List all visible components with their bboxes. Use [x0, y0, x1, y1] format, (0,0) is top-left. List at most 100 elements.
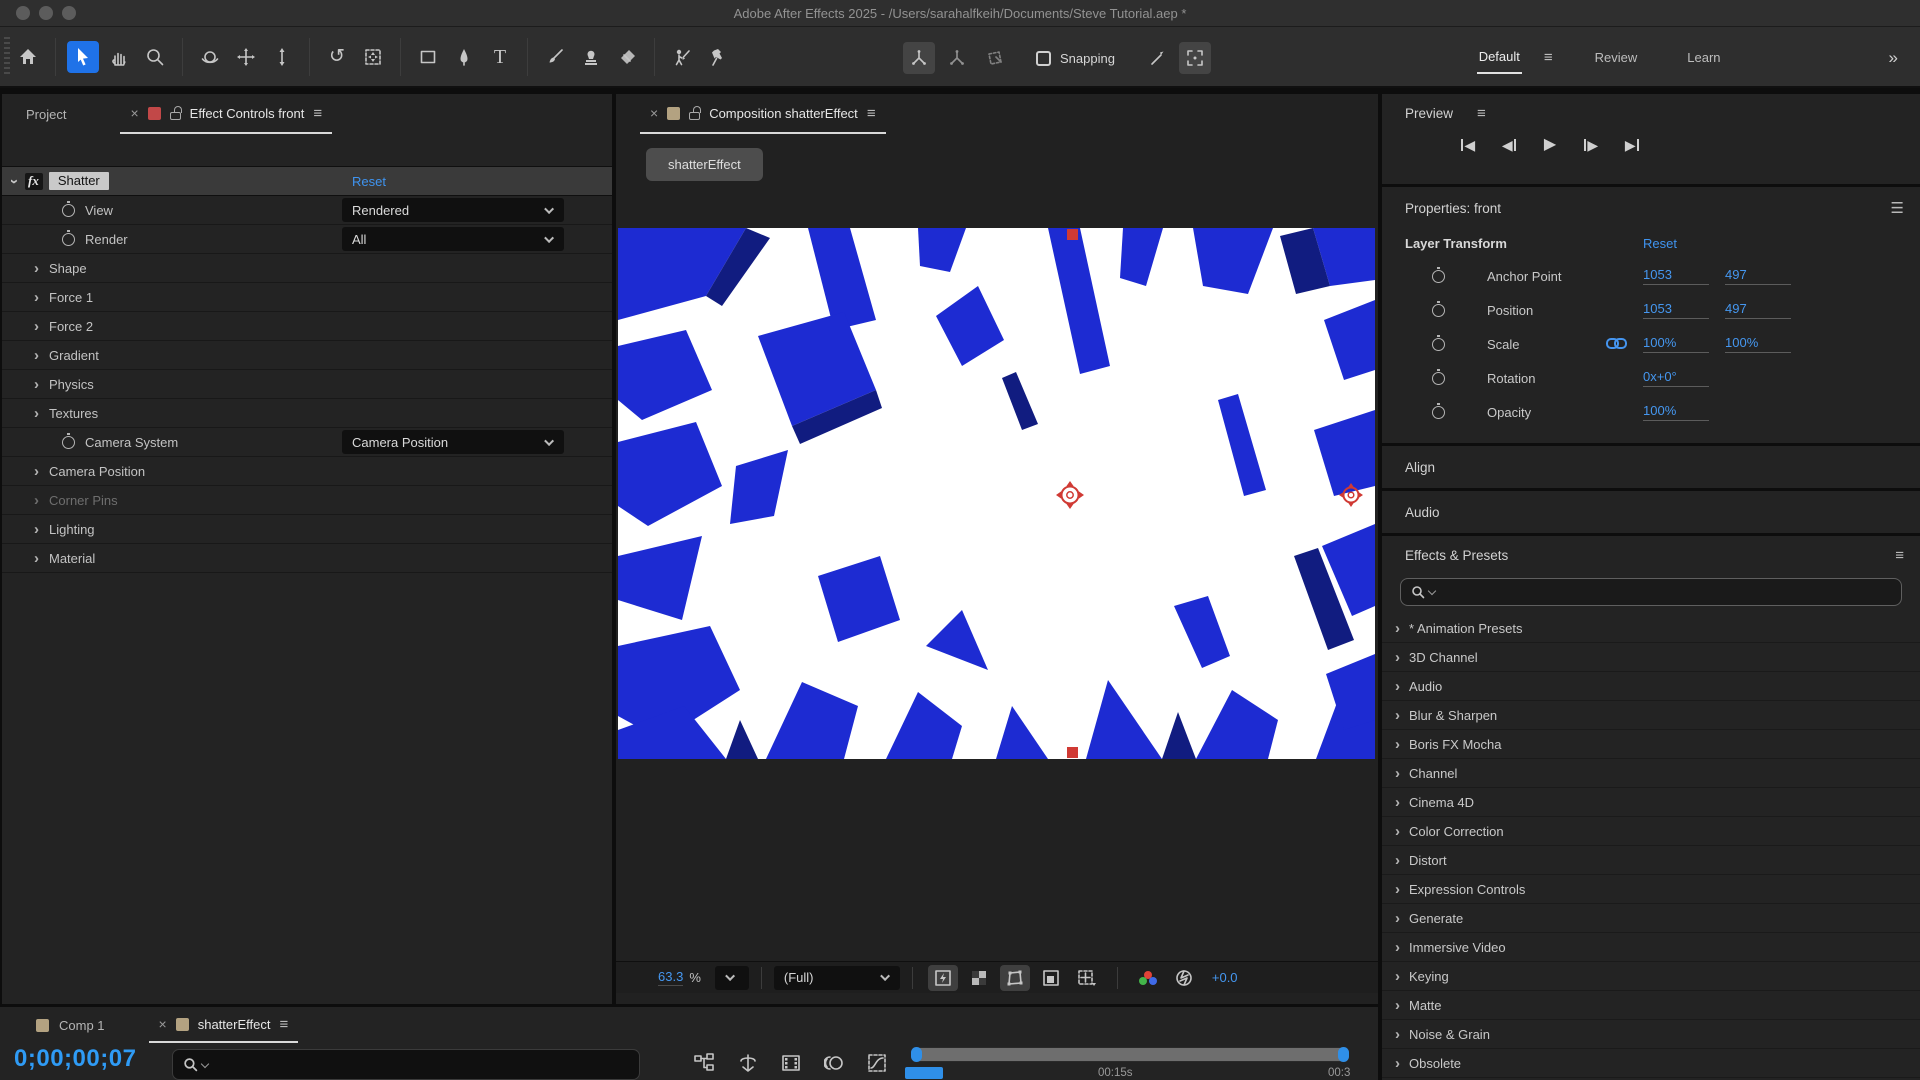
- region-of-interest-toggle-icon[interactable]: [1179, 42, 1211, 74]
- close-window-button[interactable]: [16, 6, 30, 20]
- brush-tool-button[interactable]: [539, 41, 571, 73]
- group-chevron-icon[interactable]: ›: [1395, 968, 1400, 985]
- unlock-icon[interactable]: [689, 112, 700, 120]
- panel-menu-icon[interactable]: ≡: [279, 1016, 288, 1033]
- group-chevron-icon[interactable]: ›: [34, 347, 39, 364]
- group-chevron-icon[interactable]: ›: [1395, 939, 1400, 956]
- resolution-dropdown[interactable]: (Full): [774, 966, 900, 990]
- home-tool-button[interactable]: [12, 41, 44, 73]
- group-chevron-icon[interactable]: ›: [1395, 910, 1400, 927]
- group-chevron-icon[interactable]: ›: [34, 260, 39, 277]
- group-chevron-icon[interactable]: ›: [34, 521, 39, 538]
- group-chevron-icon[interactable]: ›: [34, 405, 39, 422]
- effect-property-row[interactable]: › Render All: [2, 225, 612, 254]
- timeline-navigator-bar[interactable]: [912, 1047, 1348, 1062]
- zoom-tool-button[interactable]: [139, 41, 171, 73]
- link-icon[interactable]: [1606, 338, 1628, 350]
- group-chevron-icon[interactable]: ›: [1395, 997, 1400, 1014]
- group-chevron-icon[interactable]: ›: [1395, 881, 1400, 898]
- channel-rgb-button[interactable]: [1133, 965, 1163, 991]
- tab-shatter-effect[interactable]: × shatterEffect ≡: [149, 1007, 299, 1043]
- effects-category-row[interactable]: › Channel: [1382, 759, 1920, 788]
- region-of-interest-button[interactable]: [1036, 965, 1066, 991]
- group-chevron-icon[interactable]: ›: [1395, 852, 1400, 869]
- effects-search-input[interactable]: [1400, 578, 1902, 606]
- property-dropdown[interactable]: All: [342, 227, 564, 251]
- property-dropdown[interactable]: Rendered: [342, 198, 564, 222]
- property-value[interactable]: 100%: [1643, 403, 1709, 421]
- pen-tool-button[interactable]: [448, 41, 480, 73]
- tab-effect-controls[interactable]: × Effect Controls front ≡: [120, 94, 332, 134]
- audio-panel[interactable]: Audio: [1382, 491, 1920, 533]
- fast-previews-button[interactable]: [928, 965, 958, 991]
- effects-category-row[interactable]: › Audio: [1382, 672, 1920, 701]
- property-value[interactable]: 497: [1725, 267, 1791, 285]
- effects-category-row[interactable]: › Color Correction: [1382, 817, 1920, 846]
- workspace-menu-icon[interactable]: ≡: [1544, 49, 1553, 66]
- group-chevron-icon[interactable]: ›: [34, 492, 39, 509]
- minimize-window-button[interactable]: [39, 6, 53, 20]
- first-frame-button[interactable]: ◀: [1452, 132, 1484, 158]
- effects-category-row[interactable]: › 3D Channel: [1382, 643, 1920, 672]
- stopwatch-icon[interactable]: [1432, 372, 1445, 385]
- motion-blur-icon[interactable]: [821, 1051, 847, 1075]
- selection-tool-button[interactable]: [67, 41, 99, 73]
- effects-category-row[interactable]: › Noise & Grain: [1382, 1020, 1920, 1049]
- effects-category-row[interactable]: › Boris FX Mocha: [1382, 730, 1920, 759]
- node-tool-icon[interactable]: [941, 42, 973, 74]
- toolbar-grip[interactable]: [4, 37, 10, 77]
- comp-breadcrumb-chip[interactable]: shatterEffect: [646, 148, 763, 181]
- property-value[interactable]: 0x+0°: [1643, 369, 1709, 387]
- pan-camera-tool-button[interactable]: [230, 41, 262, 73]
- exposure-reset-button[interactable]: [1169, 965, 1199, 991]
- type-tool-button[interactable]: T: [484, 41, 516, 73]
- unlock-icon[interactable]: [170, 112, 181, 120]
- rectangle-tool-button[interactable]: [412, 41, 444, 73]
- group-chevron-icon[interactable]: ›: [1395, 620, 1400, 637]
- effect-property-row[interactable]: › Force 1: [2, 283, 612, 312]
- property-value[interactable]: 100%: [1643, 335, 1709, 353]
- property-value[interactable]: 1053: [1643, 267, 1709, 285]
- play-button[interactable]: ▶: [1534, 132, 1566, 158]
- effects-category-row[interactable]: › * Animation Presets: [1382, 614, 1920, 643]
- stopwatch-icon[interactable]: [1432, 338, 1445, 351]
- effects-category-row[interactable]: › Obsolete: [1382, 1049, 1920, 1078]
- effects-category-row[interactable]: › Matte: [1382, 991, 1920, 1020]
- tab-project[interactable]: Project: [26, 107, 66, 122]
- effects-category-row[interactable]: › Immersive Video: [1382, 933, 1920, 962]
- panel-menu-icon[interactable]: ≡: [1477, 105, 1486, 122]
- group-chevron-icon[interactable]: ›: [34, 463, 39, 480]
- zoom-dropdown-button[interactable]: [715, 966, 749, 990]
- timeline-search-input[interactable]: [172, 1049, 640, 1080]
- effects-category-row[interactable]: › Cinema 4D: [1382, 788, 1920, 817]
- stopwatch-icon[interactable]: [62, 233, 75, 246]
- effect-property-row[interactable]: › Camera System Camera Position: [2, 428, 612, 457]
- camera-marquee-tool-button[interactable]: [357, 41, 389, 73]
- pickwhip-icon[interactable]: [1141, 42, 1173, 74]
- effect-property-row[interactable]: › Material: [2, 544, 612, 573]
- effect-property-row[interactable]: › Camera Position: [2, 457, 612, 486]
- effect-reset-link[interactable]: Reset: [352, 174, 386, 189]
- next-frame-button[interactable]: ▶: [1575, 132, 1607, 158]
- stopwatch-icon[interactable]: [1432, 304, 1445, 317]
- effect-property-row[interactable]: › Lighting: [2, 515, 612, 544]
- effect-property-row[interactable]: › Gradient: [2, 341, 612, 370]
- frame-blending-icon[interactable]: [778, 1051, 804, 1075]
- effect-property-row[interactable]: › Corner Pins: [2, 486, 612, 515]
- close-icon[interactable]: ×: [650, 105, 658, 121]
- workspace-tab-default[interactable]: Default: [1477, 41, 1522, 74]
- workspace-overflow-icon[interactable]: »: [1889, 48, 1898, 68]
- previous-frame-button[interactable]: ◀: [1493, 132, 1525, 158]
- last-frame-button[interactable]: ▶: [1616, 132, 1648, 158]
- chevron-down-icon[interactable]: ›: [6, 179, 23, 184]
- property-value[interactable]: 497: [1725, 301, 1791, 319]
- group-chevron-icon[interactable]: ›: [1395, 707, 1400, 724]
- stopwatch-icon[interactable]: [1432, 270, 1445, 283]
- zoom-window-button[interactable]: [62, 6, 76, 20]
- property-value[interactable]: 100%: [1725, 335, 1791, 353]
- playhead-marker[interactable]: [905, 1067, 943, 1079]
- snapping-checkbox[interactable]: [1036, 51, 1051, 66]
- group-chevron-icon[interactable]: ›: [34, 318, 39, 335]
- eraser-tool-button[interactable]: [611, 41, 643, 73]
- current-time-display[interactable]: 0;00;00;07: [14, 1045, 136, 1073]
